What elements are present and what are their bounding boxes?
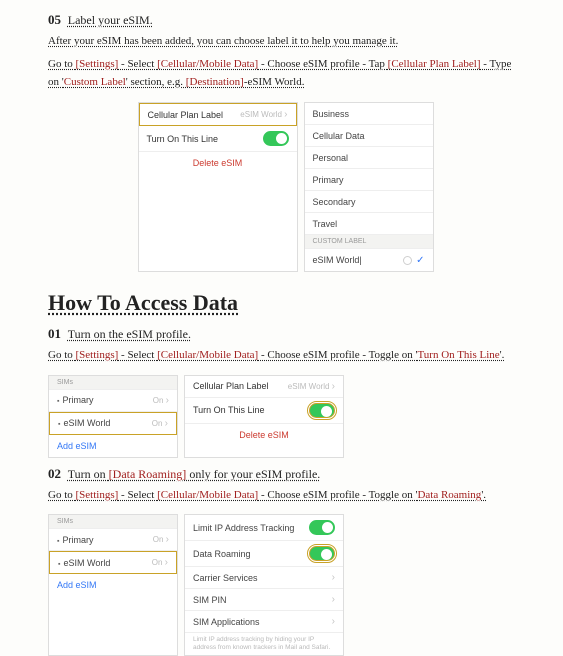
row-data-roaming[interactable]: Data Roaming bbox=[185, 541, 343, 567]
sims-hdr: SIMs bbox=[49, 376, 177, 390]
add-esim[interactable]: Add eSIM bbox=[49, 435, 177, 457]
card-plan-2: Cellular Plan Label eSIM World › Turn On… bbox=[184, 375, 344, 458]
toggle-on-icon[interactable] bbox=[309, 403, 335, 418]
sims-hdr-2: SIMs bbox=[49, 515, 177, 529]
step-02-line: Go to [Settings] - Select [Cellular/Mobi… bbox=[48, 486, 523, 505]
card-sims: SIMs ▪Primary On › ▪eSIM World On › Add … bbox=[48, 375, 178, 458]
row-plan-label[interactable]: Cellular Plan Label eSIM World › bbox=[139, 103, 297, 126]
custom-label-hdr: CUSTOM LABEL bbox=[305, 235, 433, 249]
panel-01: SIMs ▪Primary On › ▪eSIM World On › Add … bbox=[48, 375, 523, 458]
label-opt[interactable]: Travel bbox=[305, 213, 433, 235]
card-labels: Business Cellular Data Personal Primary … bbox=[304, 102, 434, 272]
step-title: Label your eSIM. bbox=[68, 13, 153, 27]
row-sim-apps[interactable]: SIM Applications› bbox=[185, 611, 343, 633]
add-esim-2[interactable]: Add eSIM bbox=[49, 574, 177, 596]
label-opt[interactable]: Personal bbox=[305, 147, 433, 169]
row-turn-on-2[interactable]: Turn On This Line bbox=[185, 398, 343, 424]
panel-05: Cellular Plan Label eSIM World › Turn On… bbox=[48, 102, 523, 272]
card-plan: Cellular Plan Label eSIM World › Turn On… bbox=[138, 102, 298, 272]
step-01-header: 01 Turn on the eSIM profile. bbox=[48, 326, 523, 342]
label-opt[interactable]: Cellular Data bbox=[305, 125, 433, 147]
row-delete-esim[interactable]: Delete eSIM bbox=[139, 152, 297, 174]
sim-esim-world[interactable]: ▪eSIM World On › bbox=[49, 412, 177, 435]
row-plan-label-2[interactable]: Cellular Plan Label eSIM World › bbox=[185, 376, 343, 398]
label-opt[interactable]: Secondary bbox=[305, 191, 433, 213]
toggle-on-icon[interactable] bbox=[309, 546, 335, 561]
label-opt[interactable]: Primary bbox=[305, 169, 433, 191]
toggle-on-icon[interactable] bbox=[263, 131, 289, 146]
label-opt[interactable]: Business bbox=[305, 103, 433, 125]
row-turn-on[interactable]: Turn On This Line bbox=[139, 126, 297, 152]
row-sim-pin[interactable]: SIM PIN› bbox=[185, 589, 343, 611]
step-05-line1: After your eSIM has been added, you can … bbox=[48, 32, 523, 51]
row-delete-2[interactable]: Delete eSIM bbox=[185, 424, 343, 446]
step-05-line2: Go to [Settings] - Select [Cellular/Mobi… bbox=[48, 55, 523, 92]
footnote: Limit IP address tracking by hiding your… bbox=[185, 633, 343, 655]
card-roaming: Limit IP Address Tracking Data Roaming C… bbox=[184, 514, 344, 656]
custom-label-input[interactable]: eSIM World| ✓ bbox=[305, 249, 433, 271]
step-05-header: 05 Label your eSIM. bbox=[48, 12, 523, 28]
card-sims-2: SIMs ▪Primary On › ▪eSIM World On › Add … bbox=[48, 514, 178, 656]
step-01-line: Go to [Settings] - Select [Cellular/Mobi… bbox=[48, 346, 523, 365]
sim-primary-2[interactable]: ▪Primary On › bbox=[49, 529, 177, 551]
panel-02: SIMs ▪Primary On › ▪eSIM World On › Add … bbox=[48, 514, 523, 656]
row-carrier[interactable]: Carrier Services› bbox=[185, 567, 343, 589]
toggle-on-icon[interactable] bbox=[309, 520, 335, 535]
sim-esim-2[interactable]: ▪eSIM World On › bbox=[49, 551, 177, 574]
step-02-header: 02 Turn on [Data Roaming] only for your … bbox=[48, 466, 523, 482]
sim-primary[interactable]: ▪Primary On › bbox=[49, 390, 177, 412]
confirm-icon[interactable]: ✓ bbox=[403, 255, 424, 266]
row-limit-ip[interactable]: Limit IP Address Tracking bbox=[185, 515, 343, 541]
step-num: 05 bbox=[48, 12, 61, 27]
section-heading: How To Access Data bbox=[48, 290, 523, 316]
